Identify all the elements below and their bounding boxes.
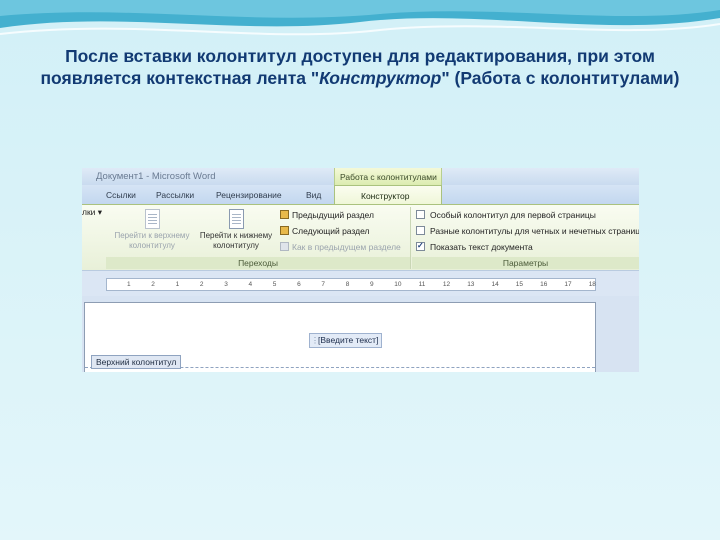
link-previous-label: Как в предыдущем разделе [292, 242, 401, 252]
word-screenshot: Документ1 - Microsoft Word Работа с коло… [82, 168, 639, 372]
show-document-text-label: Показать текст документа [430, 242, 533, 252]
prev-section-button[interactable]: Предыдущий раздел [280, 210, 374, 221]
different-first-page-checkbox[interactable]: Особый колонтитул для первой страницы [416, 210, 596, 221]
link-icon [280, 242, 289, 251]
ruler-tick-label: 7 [321, 281, 326, 288]
partial-ribbon-button[interactable]: лки ▾ [82, 207, 102, 218]
ruler-tick-label: 12 [442, 281, 451, 288]
ruler-tick-label: 15 [515, 281, 524, 288]
goto-footer-label: Перейти к нижнему колонтитулу [199, 231, 273, 250]
next-section-icon [280, 226, 289, 235]
ruler-tick-label: 10 [394, 281, 402, 288]
different-odd-even-checkbox[interactable]: Разные колонтитулы для четных и нечетных… [416, 226, 639, 237]
ruler-tick-label: 8 [345, 281, 350, 288]
ruler-tick-label: 2 [199, 281, 204, 288]
ruler-tick-label: 18 [588, 281, 596, 288]
page-icon [228, 209, 244, 229]
header-text-placeholder[interactable]: [Введите текст] [309, 333, 383, 348]
ruler-tick-label: 14 [491, 281, 499, 288]
different-odd-even-label: Разные колонтитулы для четных и нечетных… [430, 226, 639, 236]
goto-header-label: Перейти к верхнему колонтитулу [114, 231, 190, 250]
show-document-text-checkbox[interactable]: Показать текст документа [416, 240, 533, 253]
tab-design-label: Конструктор [361, 191, 410, 201]
navigation-group: Перейти к верхнему колонтитулу Перейти к… [106, 207, 411, 269]
ruler-tick-label: 1 [127, 281, 131, 288]
options-group: Особый колонтитул для первой страницы Ра… [412, 207, 639, 269]
header-label-tab: Верхний колонтитул [91, 355, 182, 369]
goto-footer-button[interactable]: Перейти к нижнему колонтитулу [194, 209, 278, 250]
document-area: [Введите текст] Верхний колонтитул [82, 296, 639, 372]
ruler-bar: 1 2 1 2 3 4 5 6 7 8 9 10 11 12 13 14 15 16 17 18 [82, 270, 639, 297]
ruler-tick-label: 2 [151, 281, 155, 288]
slide-title: После вставки колонтитул доступен для ре… [30, 45, 690, 89]
ruler-tick-label: 17 [564, 281, 572, 288]
ruler-tick-label: 4 [248, 281, 253, 288]
checkbox-icon [416, 210, 425, 219]
ruler-tick-label: 13 [467, 281, 475, 288]
checkbox-icon [416, 226, 425, 235]
window-title: Документ1 - Microsoft Word [96, 171, 216, 182]
ruler-tick-label: 16 [540, 281, 548, 288]
next-section-label: Следующий раздел [292, 226, 370, 236]
document-page[interactable]: [Введите текст] Верхний колонтитул [84, 302, 596, 372]
tab-mailings[interactable]: Рассылки [156, 190, 194, 200]
tab-review[interactable]: Рецензирование [216, 190, 282, 200]
options-group-label: Параметры [412, 257, 639, 269]
next-section-button[interactable]: Следующий раздел [280, 226, 370, 237]
ruler-tick-label: 3 [224, 281, 228, 288]
tab-references[interactable]: Ссылки [106, 190, 136, 200]
ruler-tick-label: 1 [175, 281, 180, 288]
different-first-page-label: Особый колонтитул для первой страницы [430, 210, 596, 220]
goto-header-button[interactable]: Перейти к верхнему колонтитулу [109, 209, 195, 250]
page-icon [144, 209, 160, 229]
ribbon: лки ▾ Перейти к верхнему колонтитулу Пер… [82, 204, 639, 271]
ruler-tick-label: 9 [370, 281, 374, 288]
ruler-tick-label: 6 [297, 281, 301, 288]
context-tab-header: Работа с колонтитулами [334, 168, 442, 185]
ruler-tick-label: 11 [418, 281, 426, 288]
previous-section-icon [280, 210, 289, 219]
ruler-tick-label: 5 [272, 281, 277, 288]
prev-section-label: Предыдущий раздел [292, 210, 374, 220]
tab-view[interactable]: Вид [306, 190, 321, 200]
horizontal-ruler[interactable]: 1 2 1 2 3 4 5 6 7 8 9 10 11 12 13 14 15 16 17 18 [106, 278, 596, 291]
navigation-group-label: Переходы [106, 257, 410, 269]
slide-title-italic: Конструктор [319, 68, 442, 88]
context-tab-header-label: Работа с колонтитулами [340, 172, 437, 182]
link-previous-button[interactable]: Как в предыдущем разделе [280, 242, 401, 253]
checkbox-icon [416, 240, 425, 251]
slide-title-part2: " (Работа с колонтитулами) [441, 68, 680, 88]
tab-design[interactable]: Конструктор [334, 185, 442, 206]
